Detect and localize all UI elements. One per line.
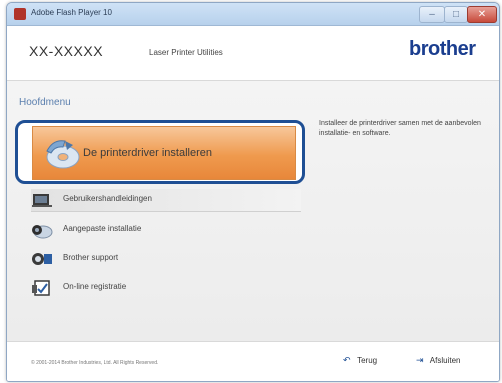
menu-item-manuals[interactable]: Gebruikershandleidingen (31, 189, 301, 212)
maximize-button[interactable]: □ (444, 6, 468, 23)
footer-bar: © 2001-2014 Brother Industries, Ltd. All… (7, 341, 499, 381)
minimize-icon: – (429, 9, 435, 20)
back-label: Terug (357, 356, 378, 365)
back-button[interactable]: ↶ Terug (343, 355, 377, 371)
install-driver-highlight: De printerdriver installeren (15, 120, 305, 184)
title-bar[interactable]: Adobe Flash Player 10 – □ ✕ (7, 3, 499, 26)
app-header: XX-XXXXX Laser Printer Utilities brother (7, 26, 499, 81)
section-title: Hoofdmenu (19, 97, 71, 108)
cd-disc-icon (46, 140, 80, 169)
installer-window: Adobe Flash Player 10 – □ ✕ XX-XXXXX Las… (6, 2, 500, 382)
menu-item-label: Brother support (63, 253, 119, 262)
menu-item-label: On-line registratie (63, 282, 127, 291)
menu-item-label: Aangepaste installatie (63, 224, 142, 233)
brother-logo: brother (409, 38, 476, 60)
close-button[interactable]: ✕ (467, 6, 497, 23)
close-icon: ✕ (477, 9, 487, 20)
model-name: XX-XXXXX (29, 43, 104, 59)
description-text: Installeer de printerdriver samen met de… (319, 120, 481, 137)
install-driver-label: De printerdriver installeren (83, 147, 212, 159)
menu-item-support[interactable]: Brother support (31, 248, 301, 270)
window-title: Adobe Flash Player 10 (31, 8, 112, 17)
app-icon (14, 8, 26, 20)
online-registration-icon (32, 280, 50, 296)
minimize-button[interactable]: – (419, 6, 445, 23)
manuals-icon (32, 194, 52, 207)
utility-name: Laser Printer Utilities (149, 48, 223, 57)
back-arrow-icon: ↶ (343, 355, 351, 365)
menu-item-online-registration[interactable]: On-line registratie (31, 277, 301, 299)
main-panel: Hoofdmenu De printerdriver installeren I… (7, 81, 499, 341)
exit-button[interactable]: ⇥ Afsluiten (416, 355, 460, 371)
copyright-text: © 2001-2014 Brother Industries, Ltd. All… (31, 360, 159, 366)
menu-item-custom-install[interactable]: Aangepaste installatie (31, 219, 301, 241)
maximize-icon: □ (452, 9, 460, 20)
exit-label: Afsluiten (429, 356, 461, 365)
menu-item-label: Gebruikershandleidingen (63, 194, 152, 203)
install-driver-button[interactable]: De printerdriver installeren (32, 126, 296, 180)
support-icon (32, 253, 52, 265)
custom-install-icon (32, 225, 53, 239)
exit-icon: ⇥ (416, 355, 424, 365)
